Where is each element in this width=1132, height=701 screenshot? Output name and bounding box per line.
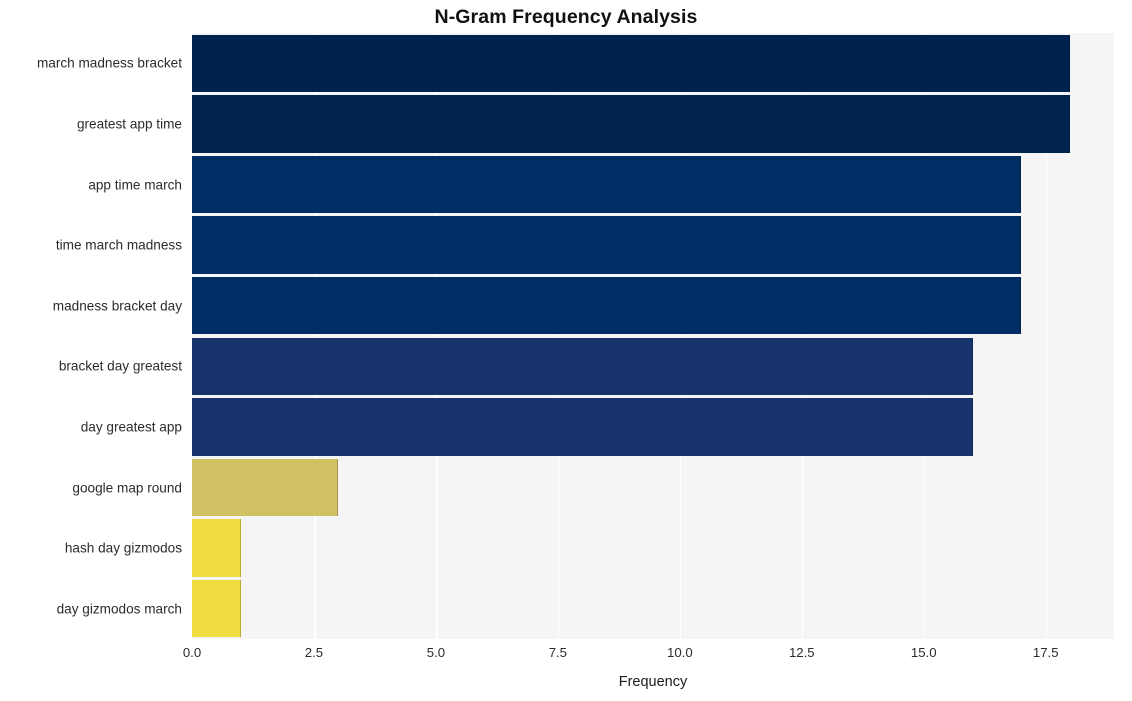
- bar-row: [192, 580, 1114, 638]
- y-tick-label: madness bracket day: [52, 298, 182, 314]
- bar-row: [192, 155, 1114, 214]
- x-tick-label: 10.0: [666, 645, 693, 660]
- bar[interactable]: [192, 95, 1071, 153]
- bar[interactable]: [192, 34, 1071, 92]
- x-tick-label: 7.5: [548, 645, 568, 660]
- bar[interactable]: [192, 398, 973, 456]
- y-axis-tick-labels: march madness bracket greatest app time ap…: [0, 33, 182, 639]
- bar-row: [192, 458, 1114, 517]
- bar[interactable]: [192, 277, 1022, 335]
- bar[interactable]: [192, 216, 1022, 274]
- y-tick-label: google map round: [72, 480, 182, 495]
- bar[interactable]: [192, 155, 1022, 214]
- bar-row: [192, 95, 1114, 153]
- x-tick-label: 2.5: [304, 645, 324, 660]
- bars-container: [192, 33, 1114, 639]
- y-tick-label: bracket day greatest: [58, 358, 182, 374]
- x-tick-label: 12.5: [788, 645, 815, 660]
- bar[interactable]: [192, 519, 241, 577]
- bar-row: [192, 337, 1114, 395]
- x-axis-title: Frequency: [618, 674, 688, 690]
- bar-row: [192, 398, 1114, 456]
- plot-area: [192, 33, 1114, 639]
- bar-row: [192, 277, 1114, 335]
- bar[interactable]: [192, 458, 339, 517]
- y-tick-label: day gizmodos march: [56, 601, 182, 617]
- y-tick-label: time march madness: [55, 237, 182, 253]
- x-tick-label: 17.5: [1032, 645, 1059, 660]
- x-tick-label: 0.0: [182, 645, 202, 660]
- y-tick-label: hash day gizmodos: [64, 540, 182, 556]
- x-tick-label: 15.0: [910, 645, 937, 660]
- chart-figure: N-Gram Frequency Analysis march madness …: [0, 0, 1132, 701]
- bar-row: [192, 34, 1114, 92]
- y-tick-label: day greatest app: [80, 419, 182, 435]
- x-axis-tick-labels: 0.0 2.5 5.0 7.5 10.0 12.5 15.0 17.5: [0, 645, 1132, 669]
- x-tick-label: 5.0: [426, 645, 446, 660]
- bar-row: [192, 519, 1114, 577]
- bar[interactable]: [192, 580, 241, 638]
- chart-title: N-Gram Frequency Analysis: [434, 6, 698, 28]
- y-tick-label: app time march: [88, 177, 182, 192]
- bar-row: [192, 216, 1114, 274]
- bar[interactable]: [192, 337, 973, 395]
- y-tick-label: greatest app time: [76, 116, 182, 132]
- y-tick-label: march madness bracket: [36, 55, 182, 71]
